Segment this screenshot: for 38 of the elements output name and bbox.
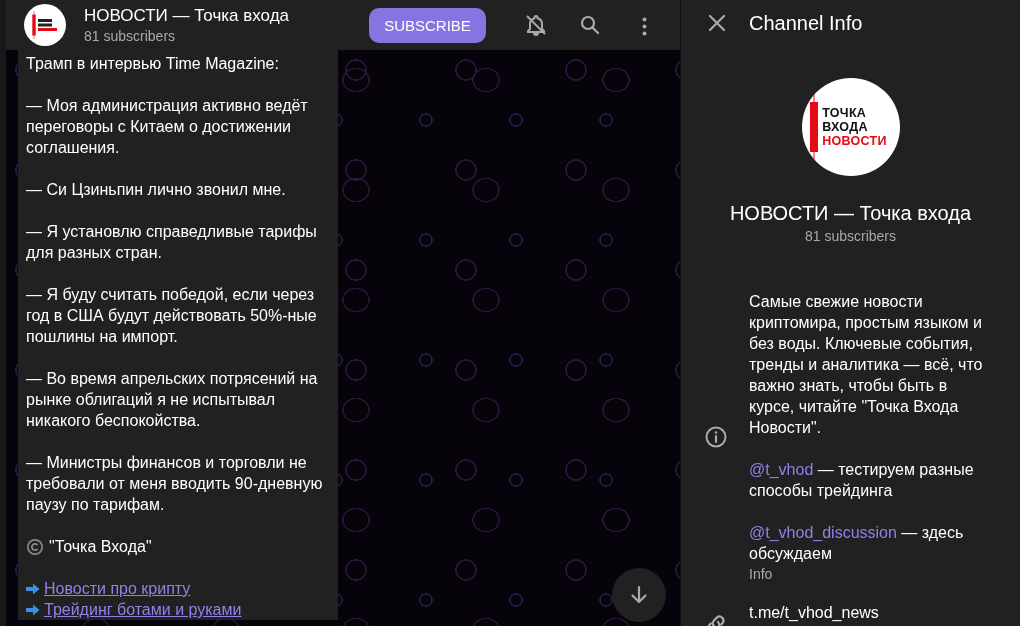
mute-button[interactable] xyxy=(524,13,548,37)
arrow-right-icon xyxy=(26,603,40,616)
message-paragraph: — Моя администрация активно ведёт переговоры с Китаем о достижении соглашения. xyxy=(26,96,309,158)
message-paragraph: — Министры финансов и торговли не требовали от меня вводить 90-дневную паузу по тарифам. xyxy=(26,453,324,515)
message-link[interactable]: Новости про крипту xyxy=(44,578,191,599)
description-paragraph: @t_vhod — тестируем разные способы трейдинга xyxy=(749,460,975,501)
channel-title: НОВОСТИ — Точка входа xyxy=(84,6,291,26)
channel-avatar-icon xyxy=(24,4,66,46)
message-paragraph: — Си Цзиньпин лично звонил мне. xyxy=(26,180,287,200)
description-paragraph: Самые свежие новости криптомира, простым языком и без воды. Ключевые события, тренды и аналитика — всё, что важно знать, чтобы быть в курсе, читайте "Точка Входа Новости". xyxy=(749,292,984,438)
message-paragraph: — Я буду считать победой, если через год в США будут действовать 50%-ные пошлины на импорт. xyxy=(26,285,318,347)
logo-text: НОВОСТИ xyxy=(822,134,887,148)
copyright-icon xyxy=(26,537,44,556)
subscriber-count: 81 subscribers xyxy=(84,28,177,44)
username-link[interactable]: @t_vhod_discussion xyxy=(749,524,897,541)
search-button[interactable] xyxy=(578,13,602,37)
info-label: Info xyxy=(749,566,774,582)
candle-icon xyxy=(810,94,819,160)
logo-text: ТОЧКА xyxy=(822,106,867,120)
signature-text: "Точка Входа" xyxy=(49,537,152,557)
panel-title: Channel Info xyxy=(749,11,863,35)
more-icon xyxy=(641,16,647,36)
message-paragraph: — Во время апрельских потрясений на рынке облигаций я не испытывал никакого беспокойства. xyxy=(26,369,319,431)
arrow-right-icon xyxy=(26,582,40,595)
search-icon xyxy=(578,13,602,37)
subscriber-count: 81 subscribers xyxy=(804,228,896,244)
scroll-down-button[interactable] xyxy=(612,568,666,622)
info-icon xyxy=(704,424,728,449)
message-paragraph: Трамп в интервью Time Magazine: xyxy=(26,54,280,74)
username-link[interactable]: @t_vhod xyxy=(749,461,814,478)
message-link[interactable]: Трейдинг ботами и руками xyxy=(44,599,242,620)
channel-link[interactable]: t.me/t_vhod_news xyxy=(749,604,989,622)
subscribe-button[interactable]: SUBSCRIBE xyxy=(369,7,486,43)
description-paragraph: @t_vhod_discussion — здесь обсуждаем xyxy=(749,523,965,564)
logo-text: ВХОДА xyxy=(822,120,868,134)
message-paragraph: — Я установлю справедливые тарифы для разных стран. xyxy=(26,222,318,263)
bell-icon xyxy=(524,13,548,37)
channel-name: НОВОСТИ — Точка входа xyxy=(729,202,972,225)
